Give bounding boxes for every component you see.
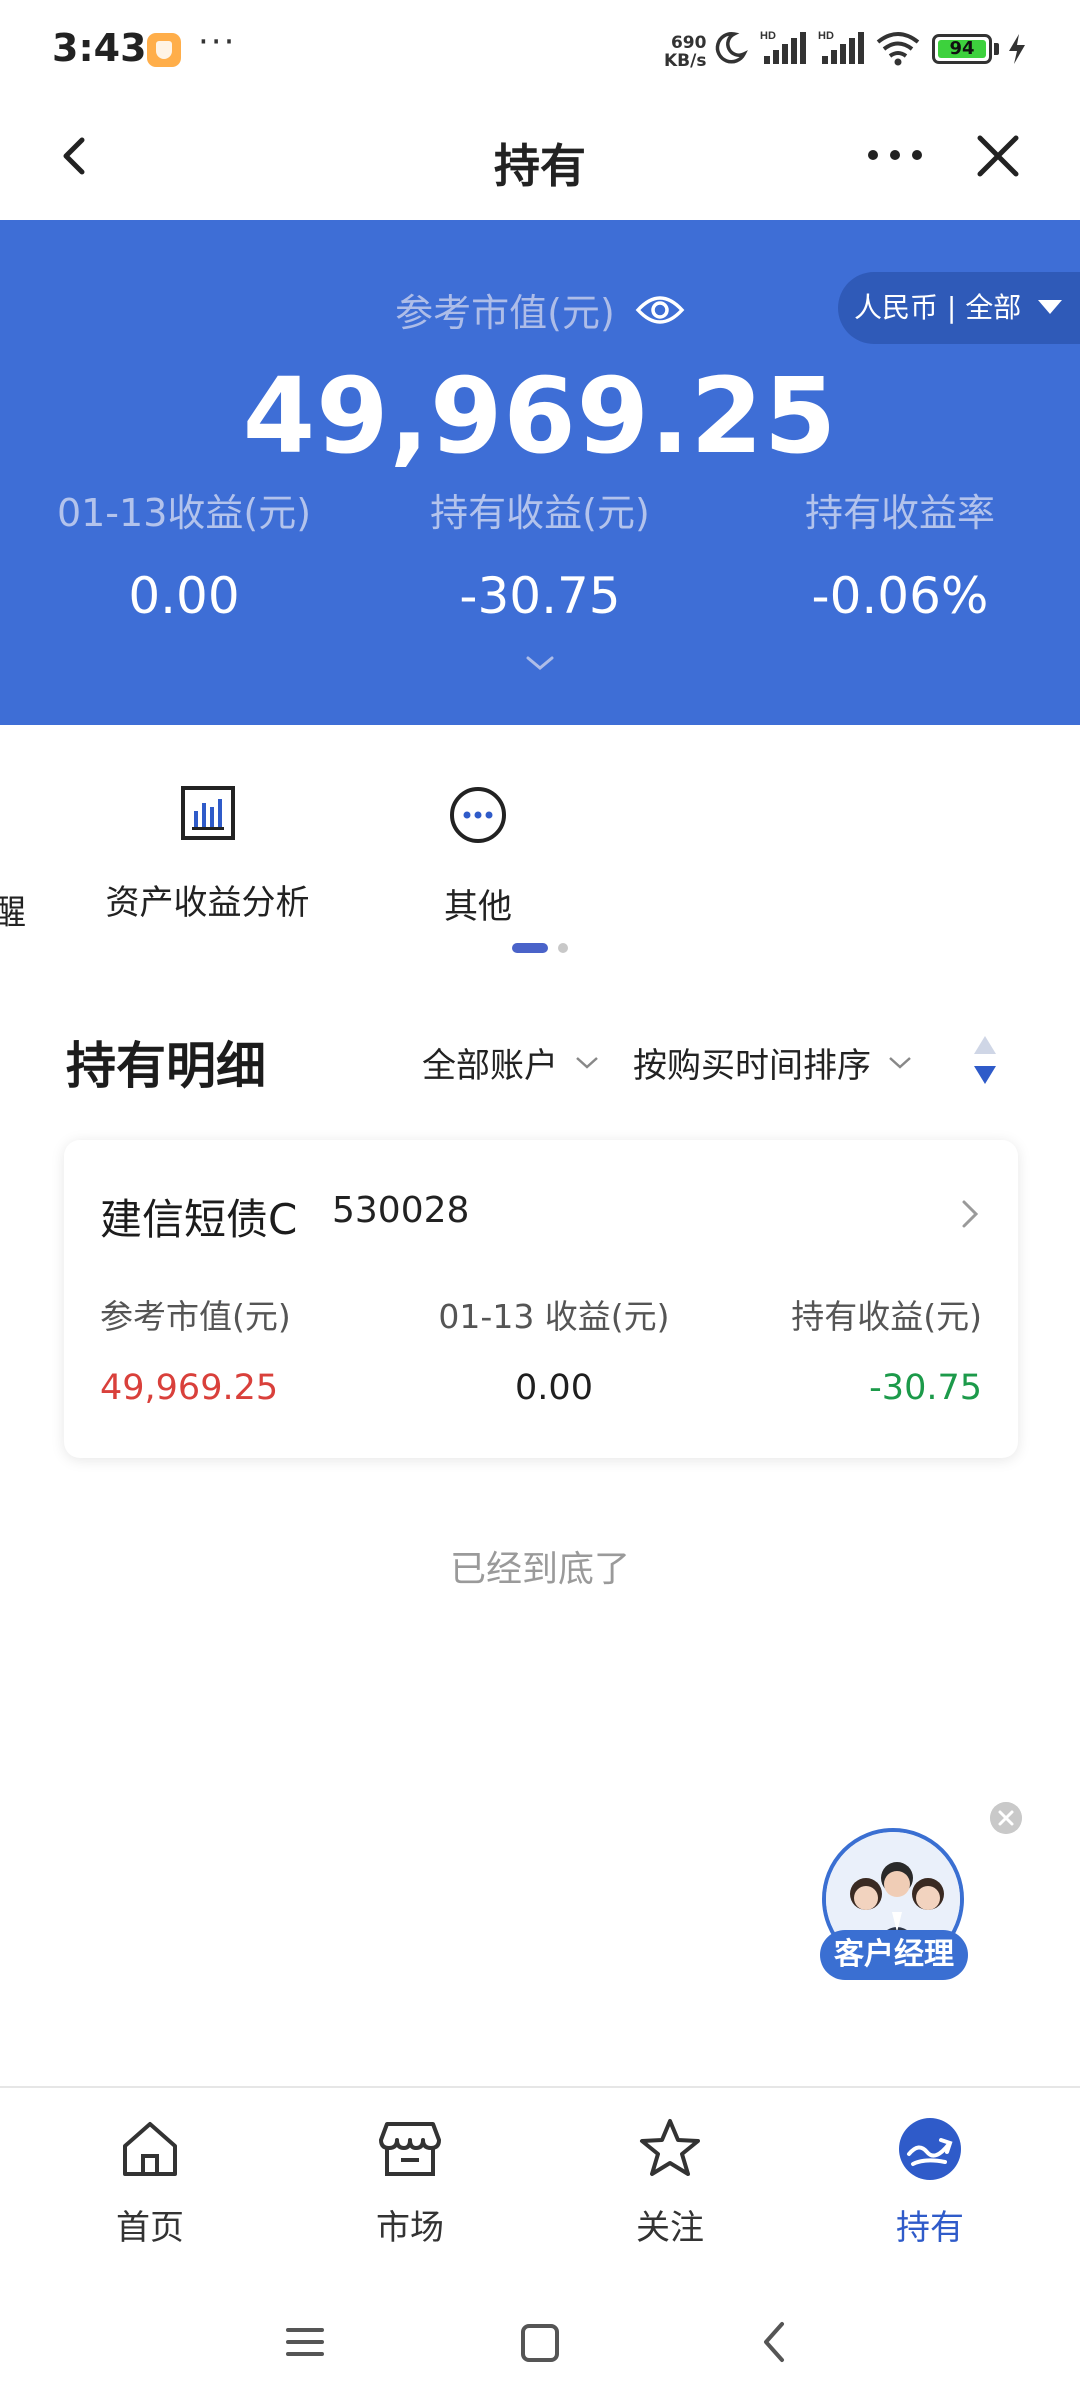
- nav-market-label: 市场: [376, 2208, 444, 2248]
- sort-filter-dropdown[interactable]: 按购买时间排序: [633, 1038, 913, 1087]
- more-circle-icon: [450, 787, 506, 843]
- nav-home-label: 首页: [116, 2208, 184, 2248]
- card-market-value-amount: 49,969.25: [100, 1368, 279, 1408]
- holding-profit-value: -30.75: [459, 567, 621, 625]
- card-daily-profit-label: 01-13 收益(元): [438, 1297, 670, 1336]
- account-filter-dropdown[interactable]: 全部账户: [422, 1038, 600, 1087]
- holding-card[interactable]: 建信短债C 530028 参考市值(元) 49,969.25 01-13 收益(…: [64, 1140, 1018, 1458]
- shortcut-other[interactable]: 其他: [418, 785, 538, 928]
- bar-chart-icon: [180, 786, 235, 840]
- battery-cap: [994, 43, 999, 55]
- network-speed: 690 KB/s: [664, 34, 706, 70]
- nav-follow[interactable]: 关注: [570, 2116, 770, 2249]
- currency-filter-button[interactable]: 人民币 | 全部: [838, 272, 1080, 344]
- expand-chevron-icon[interactable]: [522, 652, 558, 674]
- back-button-icon[interactable]: [750, 2312, 800, 2372]
- system-navigation-bar: [0, 2290, 1080, 2400]
- market-value-label: 参考市值(元): [395, 291, 615, 335]
- currency-filter-label: 人民币 | 全部: [854, 291, 1022, 324]
- carousel-page-indicator: [558, 943, 568, 953]
- title-bar: 持有: [0, 100, 1080, 220]
- card-market-value-label: 参考市值(元): [100, 1297, 291, 1336]
- chevron-right-icon: [962, 1200, 979, 1228]
- svg-text:HD: HD: [760, 30, 776, 42]
- network-speed-value: 690: [670, 33, 707, 53]
- card-daily-profit-amount: 0.00: [515, 1368, 593, 1408]
- nav-home[interactable]: 首页: [50, 2116, 250, 2249]
- shortcut-asset-analysis[interactable]: 资产收益分析: [105, 785, 310, 924]
- fund-name: 建信短债C: [100, 1195, 298, 1244]
- carousel-page-indicator-active: [512, 943, 548, 953]
- fund-code: 530028: [332, 1190, 470, 1231]
- shortcut-other-label: 其他: [444, 887, 512, 927]
- nav-follow-label: 关注: [636, 2208, 704, 2248]
- holdings-summary: 参考市值(元) 人民币 | 全部 49,969.25 01-13收益(元) 0.…: [0, 220, 1080, 725]
- store-icon: [379, 2122, 441, 2176]
- home-icon: [123, 2122, 177, 2176]
- holding-rate-block: 持有收益率 -0.06%: [720, 482, 1080, 625]
- chevron-down-icon: [576, 1056, 598, 1069]
- signal-icon-2: HD: [818, 30, 864, 64]
- close-icon[interactable]: [968, 126, 1028, 186]
- card-holding-profit-label: 持有收益(元): [791, 1297, 982, 1336]
- do-not-disturb-icon: [715, 32, 748, 64]
- status-time: 3:43: [52, 26, 147, 70]
- battery-level: 94: [938, 40, 986, 58]
- network-speed-unit: KB/s: [664, 51, 707, 71]
- account-filter-label: 全部账户: [422, 1046, 558, 1086]
- bottom-nav: 首页 市场 关注 持有: [0, 2086, 1080, 2286]
- star-icon: [640, 2119, 700, 2176]
- card-market-value: 参考市值(元) 49,969.25: [100, 1290, 291, 1408]
- chevron-down-icon: [889, 1056, 911, 1069]
- dropdown-triangle-icon: [1038, 300, 1062, 314]
- holding-rate-value: -0.06%: [811, 567, 989, 625]
- holding-icon: [899, 2118, 961, 2180]
- holding-profit-block: 持有收益(元) -30.75: [360, 482, 720, 625]
- menu-icon[interactable]: [280, 2312, 330, 2372]
- daily-profit-block: 01-13收益(元) 0.00: [4, 482, 364, 625]
- card-holding-profit-amount: -30.75: [869, 1368, 982, 1408]
- nav-holding-label: 持有: [896, 2208, 964, 2248]
- shortcut-clipped-label: 醒: [0, 893, 26, 933]
- sort-filter-label: 按购买时间排序: [633, 1046, 871, 1086]
- sort-order-icon[interactable]: [972, 1032, 998, 1088]
- daily-profit-value: 0.00: [128, 567, 240, 625]
- status-bar: 3:43 ··· 690 KB/s HD HD 94: [0, 0, 1080, 100]
- card-holding-profit: 持有收益(元) -30.75: [791, 1290, 982, 1408]
- holdings-title: 持有明细: [66, 1037, 266, 1095]
- customer-manager-button[interactable]: 客户经理: [820, 1930, 968, 1980]
- holding-rate-label: 持有收益率: [804, 491, 995, 535]
- end-of-list-note: 已经到底了: [449, 1549, 630, 1590]
- shortcut-carousel: 醒 资产收益分析 其他: [0, 725, 1080, 970]
- nav-market[interactable]: 市场: [310, 2116, 510, 2249]
- more-notifications-icon: ···: [198, 22, 237, 62]
- app-notification-icon: [147, 33, 181, 67]
- signal-icon: HD: [760, 30, 806, 64]
- eye-icon[interactable]: [635, 292, 685, 328]
- daily-profit-label: 01-13收益(元): [56, 491, 312, 535]
- holdings-header: 持有明细 全部账户 按购买时间排序: [0, 1020, 1080, 1100]
- wifi-icon: [876, 32, 920, 66]
- close-float-icon[interactable]: [990, 1802, 1022, 1834]
- holding-profit-label: 持有收益(元): [430, 491, 650, 535]
- svg-text:HD: HD: [818, 30, 834, 42]
- card-daily-profit: 01-13 收益(元) 0.00: [424, 1290, 684, 1408]
- more-options-icon[interactable]: [860, 130, 930, 180]
- nav-holding[interactable]: 持有: [830, 2116, 1030, 2249]
- charging-icon: [1009, 34, 1025, 64]
- shortcut-asset-analysis-label: 资产收益分析: [105, 883, 310, 923]
- battery-icon: 94: [932, 34, 992, 64]
- total-market-value: 49,969.25: [242, 355, 838, 477]
- home-button-icon[interactable]: [515, 2312, 565, 2372]
